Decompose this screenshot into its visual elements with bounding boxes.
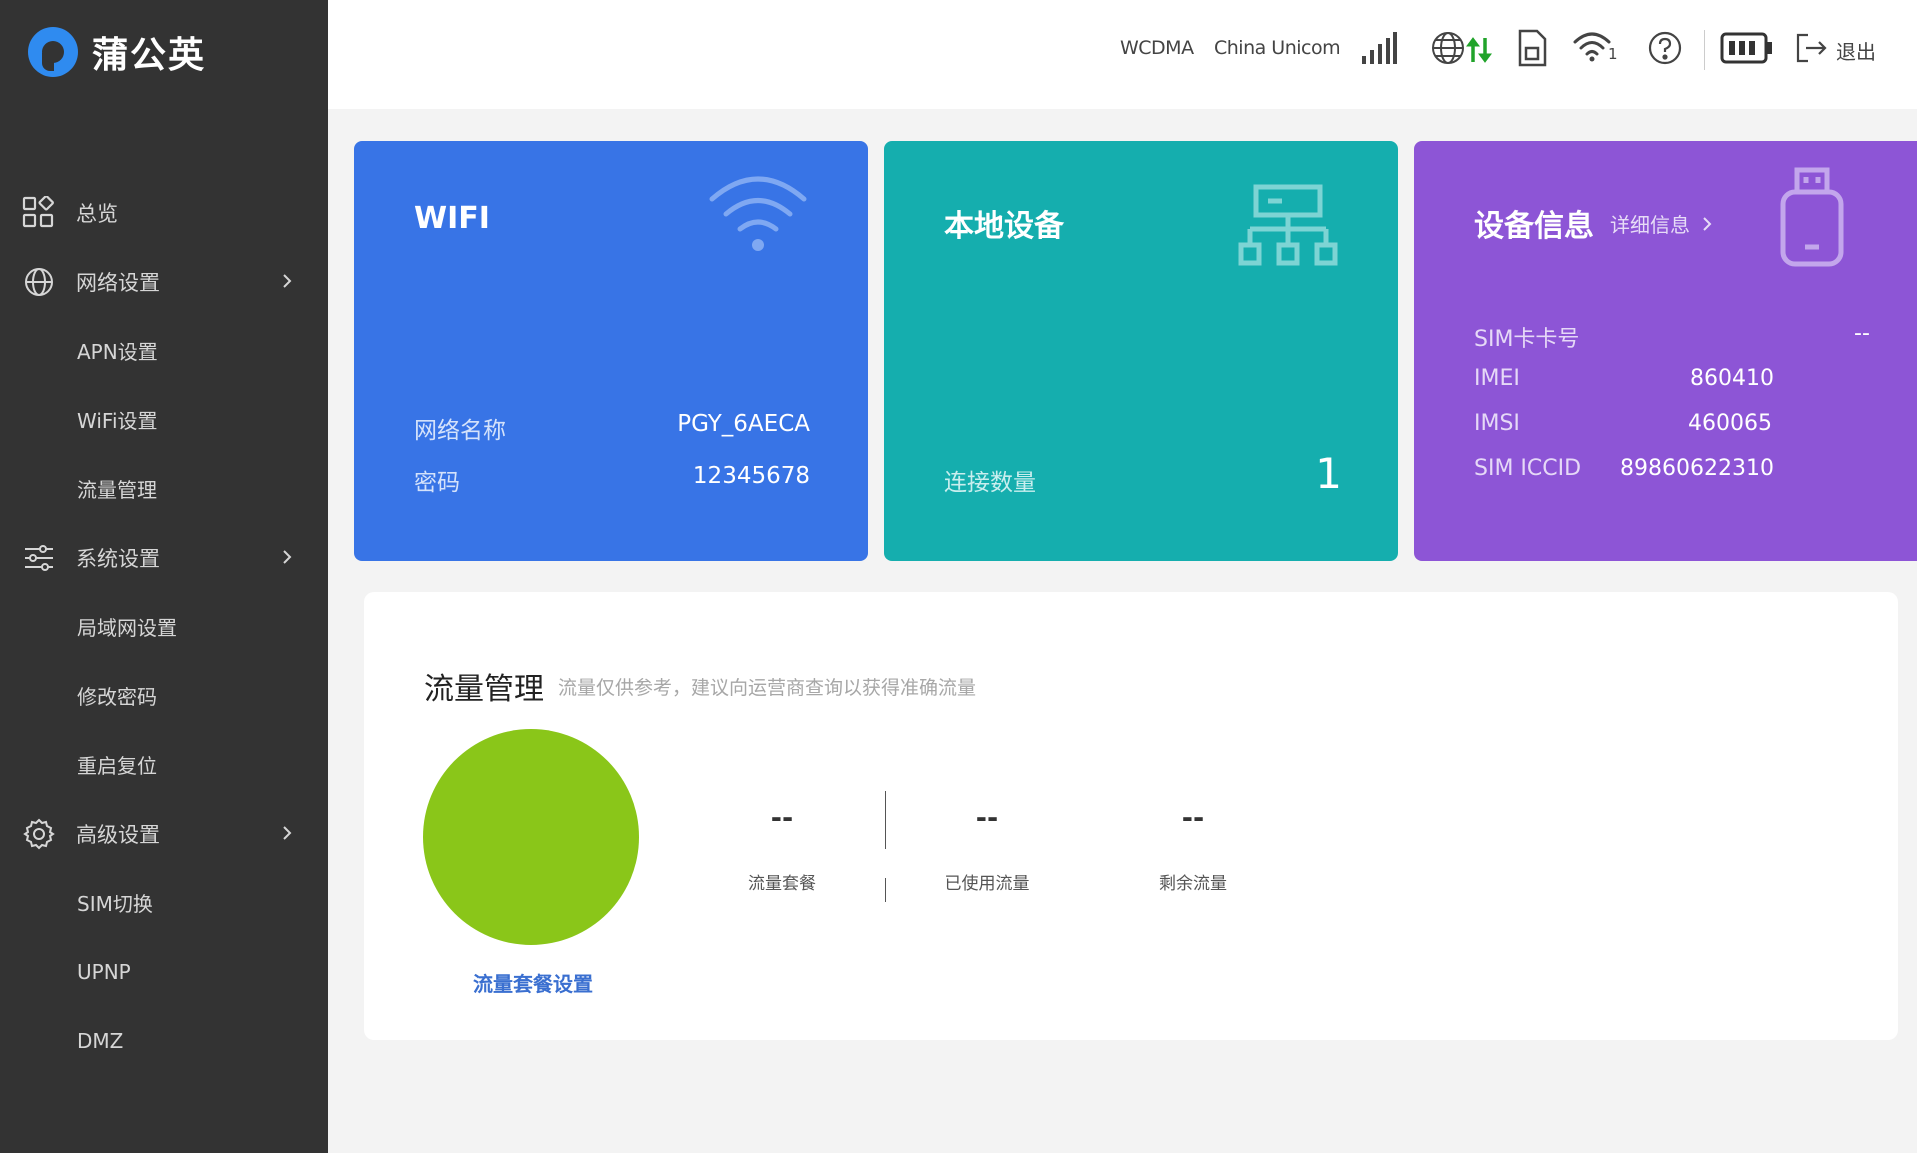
globe-icon	[22, 265, 56, 299]
stat-plan: -- 流量套餐	[702, 803, 862, 894]
brand-name: 蒲公英	[92, 35, 207, 76]
sidebar-item-label: SIM切换	[77, 892, 153, 916]
carrier-label: China Unicom	[1214, 37, 1341, 59]
sidebar-item-label: UPNP	[77, 959, 131, 984]
battery-icon	[1720, 26, 1774, 70]
traffic-management-panel: 流量管理 流量仅供参考，建议向运营商查询以获得准确流量 流量套餐设置 -- 流量…	[364, 592, 1898, 1040]
chevron-right-icon	[282, 270, 292, 294]
sidebar-item-advanced-settings[interactable]: 高级设置	[0, 799, 328, 868]
sim-number-value: --	[1854, 321, 1870, 346]
sidebar: 蒲公英 总览 网络设置 APN设置 WiFi设置 流量管理 系统设置 局域网设置…	[0, 0, 328, 1153]
sliders-icon	[22, 541, 56, 575]
sidebar-item-reboot-reset[interactable]: 重启复位	[0, 730, 328, 799]
sidebar-item-label: 系统设置	[76, 546, 160, 571]
sidebar-item-label: WiFi设置	[77, 409, 158, 433]
connection-count-label: 连接数量	[944, 470, 1036, 496]
brand-logo[interactable]: 蒲公英	[28, 26, 206, 78]
stat-plan-value: --	[770, 803, 794, 834]
stat-plan-label: 流量套餐	[748, 874, 816, 894]
sim-card-icon	[1516, 26, 1548, 70]
sidebar-item-label: 修改密码	[77, 685, 157, 709]
sidebar-item-label: 网络设置	[76, 270, 160, 295]
sidebar-item-sim-switch[interactable]: SIM切换	[0, 868, 328, 937]
grid-icon	[22, 195, 56, 230]
traffic-usage-ring	[423, 729, 639, 945]
usb-dongle-icon	[1777, 167, 1847, 273]
traffic-panel-note: 流量仅供参考，建议向运营商查询以获得准确流量	[558, 677, 977, 699]
sidebar-item-label: 局域网设置	[77, 616, 177, 640]
sidebar-item-wifi-settings[interactable]: WiFi设置	[0, 385, 328, 454]
sidebar-item-label: 重启复位	[77, 754, 157, 778]
network-topology-icon	[1238, 183, 1338, 277]
top-header: WCDMA China Unicom 1 退出	[328, 0, 1917, 109]
traffic-plan-settings-link[interactable]: 流量套餐设置	[473, 968, 593, 997]
wifi-client-count: 1	[1608, 45, 1618, 63]
stat-divider	[885, 878, 886, 902]
dandelion-logo-icon	[28, 27, 78, 77]
stat-remaining-label: 剩余流量	[1159, 874, 1227, 894]
sim-iccid-label: SIM ICCID	[1474, 456, 1582, 481]
wifi-password-value: 12345678	[692, 463, 810, 489]
sidebar-item-network-settings[interactable]: 网络设置	[0, 247, 328, 316]
device-details-link-label: 详细信息	[1610, 213, 1690, 237]
wifi-card: WIFI 网络名称 PGY_6AECA 密码 12345678	[354, 141, 868, 561]
imsi-value: 460065	[1688, 411, 1772, 436]
chevron-right-icon	[282, 822, 292, 846]
stat-used: -- 已使用流量	[907, 803, 1067, 894]
device-info-card: 设备信息 详细信息 SIM卡卡号 -- IMEI 860410 IMSI 460…	[1414, 141, 1917, 561]
sidebar-item-label: 总览	[76, 201, 118, 226]
sidebar-item-label: 高级设置	[76, 822, 160, 847]
stat-used-label: 已使用流量	[944, 874, 1030, 894]
sidebar-item-system-settings[interactable]: 系统设置	[0, 523, 328, 592]
imei-value: 860410	[1690, 366, 1774, 391]
sidebar-item-label: APN设置	[77, 340, 158, 364]
network-type-label: WCDMA	[1120, 37, 1194, 59]
sidebar-item-lan-settings[interactable]: 局域网设置	[0, 592, 328, 661]
chevron-right-icon	[282, 546, 292, 570]
gear-icon	[22, 817, 56, 851]
stat-remaining-value: --	[1181, 803, 1205, 834]
logout-button[interactable]: 退出	[1836, 36, 1876, 65]
stat-divider	[885, 791, 886, 849]
local-devices-card: 本地设备 连接数量 1	[884, 141, 1398, 561]
sidebar-item-change-password[interactable]: 修改密码	[0, 661, 328, 730]
connection-count-value: 1	[1315, 449, 1342, 498]
sidebar-item-dmz[interactable]: DMZ	[0, 1006, 328, 1075]
device-info-title: 设备信息	[1474, 209, 1594, 244]
help-icon[interactable]	[1648, 26, 1682, 70]
sidebar-item-label: DMZ	[77, 1028, 124, 1053]
sidebar-nav: 总览 网络设置 APN设置 WiFi设置 流量管理 系统设置 局域网设置 修改密…	[0, 178, 328, 1075]
sim-iccid-value: 89860622310	[1620, 456, 1774, 481]
device-details-link[interactable]: 详细信息	[1610, 209, 1712, 238]
local-devices-title: 本地设备	[944, 209, 1064, 244]
stat-remaining: -- 剩余流量	[1113, 803, 1273, 894]
sidebar-item-overview[interactable]: 总览	[0, 178, 328, 247]
sidebar-item-traffic-management[interactable]: 流量管理	[0, 454, 328, 523]
imei-label: IMEI	[1474, 366, 1520, 391]
wifi-card-title: WIFI	[414, 201, 490, 236]
wifi-password-label: 密码	[414, 470, 460, 496]
sidebar-item-label: 流量管理	[77, 478, 157, 502]
sim-number-label: SIM卡卡号	[1474, 327, 1580, 352]
wifi-icon	[694, 159, 822, 273]
logout-icon[interactable]	[1794, 26, 1828, 70]
wifi-ssid-value: PGY_6AECA	[677, 411, 810, 437]
traffic-panel-title: 流量管理	[424, 672, 544, 707]
globe-data-icon	[1430, 26, 1496, 70]
imsi-label: IMSI	[1474, 411, 1520, 436]
signal-icon	[1360, 26, 1398, 70]
header-divider	[1704, 30, 1705, 70]
chevron-right-icon	[1703, 217, 1712, 231]
sidebar-item-apn-settings[interactable]: APN设置	[0, 316, 328, 385]
sidebar-item-upnp[interactable]: UPNP	[0, 937, 328, 1006]
stat-used-value: --	[975, 803, 999, 834]
wifi-ssid-label: 网络名称	[414, 418, 506, 444]
